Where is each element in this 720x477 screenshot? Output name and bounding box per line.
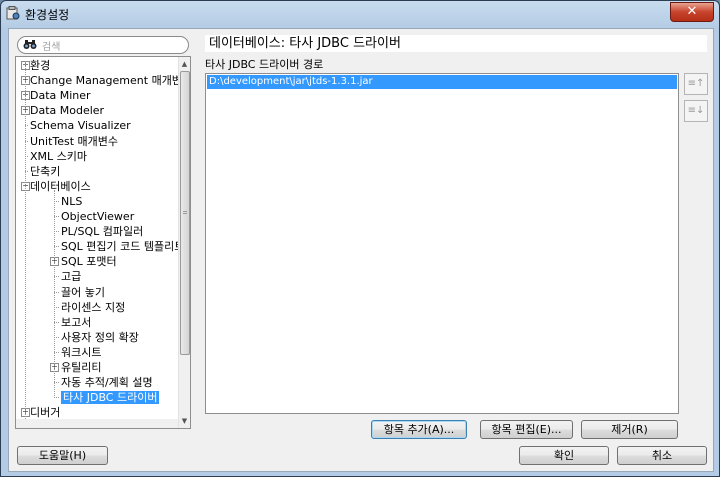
scroll-thumb[interactable] [180, 71, 190, 355]
driver-path-label: 타사 JDBC 드라이버 경로 [205, 58, 324, 71]
tree-item[interactable]: 끌어 놓기 [61, 285, 105, 300]
tree-item-label: ObjectViewer [61, 210, 135, 223]
edit-entry-button[interactable]: 항목 편집(E)... [480, 420, 573, 439]
tree-item-label: XML 스키마 [30, 149, 88, 163]
tree-item[interactable]: 타사 JDBC 드라이버 [61, 390, 160, 405]
scroll-up-arrow-icon[interactable]: ▲ [180, 59, 189, 69]
tree-item-label: UnitTest 매개변수 [30, 134, 119, 148]
preferences-window: 환경설정 ✕ 검색 환경 + Change Management 매개변수 + Data… [0, 0, 720, 477]
move-down-button[interactable]: ≡↓ [684, 100, 708, 122]
tree-item[interactable]: 워크시트 [61, 345, 101, 360]
tree-item-label: 자동 추적/계획 설명 [61, 376, 153, 390]
tree-horizontal-scrollbar[interactable] [16, 419, 178, 428]
tree-item-label: NLS [61, 194, 83, 208]
tree-item-label: Change Management 매개변수 [30, 74, 178, 88]
tree-guide-line [54, 189, 55, 399]
tree-item[interactable]: 자동 추적/계획 설명 [61, 375, 153, 390]
search-input[interactable]: 검색 [17, 36, 189, 54]
tree-item[interactable]: Change Management 매개변수 [30, 73, 178, 88]
tree-item-label: 사용자 정의 확장 [61, 330, 139, 344]
scroll-down-arrow-icon[interactable]: ▼ [180, 416, 189, 426]
cancel-button[interactable]: 취소 [617, 446, 707, 465]
page-title: 데이터베이스: 타사 JDBC 드라이버 [205, 35, 707, 52]
tree-item-label: 라이센스 지정 [61, 300, 126, 314]
remove-button[interactable]: 제거(R) [581, 420, 678, 439]
tree-vertical-scrollbar[interactable]: ▲ ▼ [178, 57, 190, 428]
tree-item-label: 데이터베이스 [30, 179, 91, 193]
tree-item[interactable]: 라이센스 지정 [61, 300, 125, 315]
tree-item[interactable]: 고급 [61, 269, 81, 284]
tree-item[interactable]: 단축키 [30, 164, 60, 179]
tree-item[interactable]: Data Modeler [30, 103, 104, 118]
tree-item[interactable]: 데이터베이스 [30, 179, 91, 194]
tree-item[interactable]: Data Miner [30, 88, 91, 103]
add-entry-button[interactable]: 항목 추가(A)... [371, 420, 467, 439]
tree-item-label: 끌어 놓기 [61, 285, 105, 299]
window-title: 환경설정 [25, 8, 70, 22]
grip-icon [183, 211, 187, 214]
tree-item[interactable]: 유틸리티 [61, 360, 101, 375]
tree-item-label: SQL 편집기 코드 템플리트 [61, 240, 178, 254]
ok-button[interactable]: 확인 [519, 446, 609, 465]
tree-item-label: 유틸리티 [61, 361, 102, 374]
help-button[interactable]: 도움말(H) [17, 446, 108, 465]
tree-item[interactable]: Schema Visualizer [30, 118, 131, 133]
tree-item[interactable]: 사용자 정의 확장 [61, 330, 139, 345]
tree-item[interactable]: ObjectViewer [61, 209, 134, 224]
tree-item[interactable]: 보고서 [61, 315, 91, 330]
tree-item-label: 타사 JDBC 드라이버 [61, 391, 160, 405]
tree-item-label: 환경 [30, 59, 51, 72]
tree-items: 환경 + Change Management 매개변수 + Data Miner + Dat… [16, 57, 178, 428]
tree-guide-line [25, 61, 26, 427]
tree-item-label: 단축키 [30, 164, 61, 178]
tree-item-label: SQL 포맷터 [61, 255, 117, 269]
title-bar[interactable]: 환경설정 ✕ [1, 1, 719, 27]
tree-item[interactable]: XML 스키마 [30, 149, 87, 164]
driver-path-list[interactable]: D:\development\jar\jtds-1.3.1.jar [205, 73, 679, 414]
tree-item-label: Data Miner [30, 89, 91, 103]
tree-item[interactable]: UnitTest 매개변수 [30, 134, 118, 149]
list-item[interactable]: D:\development\jar\jtds-1.3.1.jar [207, 75, 677, 89]
app-icon [6, 6, 20, 20]
tree-item-label: PL/SQL 컴파일러 [61, 225, 144, 239]
preferences-tree[interactable]: 환경 + Change Management 매개변수 + Data Miner + Dat… [15, 56, 191, 429]
binoculars-icon [23, 40, 37, 49]
tree-item-label: 고급 [61, 270, 82, 284]
search-placeholder: 검색 [42, 42, 61, 53]
tree-item[interactable]: NLS [61, 194, 82, 209]
tree-item-label: 워크시트 [61, 345, 102, 359]
tree-item[interactable]: PL/SQL 컴파일러 [61, 224, 143, 239]
tree-item-label: 디버거 [30, 406, 61, 420]
close-button[interactable]: ✕ [670, 2, 714, 22]
tree-item-label: 보고서 [61, 315, 92, 329]
tree-item[interactable]: 환경 [30, 58, 50, 73]
move-up-button[interactable]: ≡↑ [684, 73, 708, 95]
tree-item[interactable]: SQL 포맷터 [61, 254, 117, 269]
tree-item-label: Schema Visualizer [30, 119, 131, 133]
tree-item[interactable]: SQL 편집기 코드 템플리트 [61, 239, 178, 254]
dialog-client: 검색 환경 + Change Management 매개변수 + Data Miner +… [8, 28, 714, 472]
tree-item-label: Data Modeler [30, 104, 105, 118]
